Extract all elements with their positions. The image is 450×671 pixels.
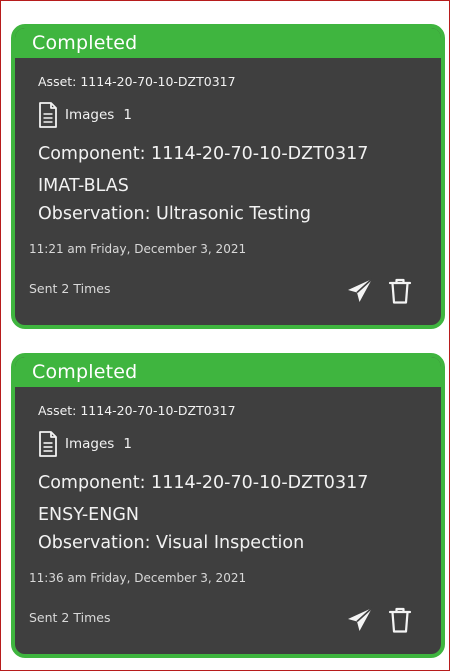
send-button[interactable] <box>345 276 375 306</box>
timestamp: 11:21 am Friday, December 3, 2021 <box>29 242 247 256</box>
trash-icon <box>388 607 412 633</box>
observation-text: Observation: Ultrasonic Testing <box>38 204 311 224</box>
asset-label: Asset: 1114-20-70-10-DZT0317 <box>38 403 236 418</box>
document-icon <box>39 102 57 128</box>
component-text: Component: 1114-20-70-10-DZT0317 ENSY-EN… <box>38 467 368 531</box>
component-line-1: Component: 1114-20-70-10-DZT0317 <box>38 144 369 164</box>
status-header: Completed <box>15 357 441 387</box>
send-icon <box>348 607 373 631</box>
document-icon <box>39 431 57 457</box>
images-count: 1 <box>123 107 132 123</box>
images-label: Images <box>65 107 115 123</box>
inspection-card[interactable]: Completed Asset: 1114-20-70-10-DZT0317 I… <box>11 24 445 329</box>
card-actions <box>345 605 415 635</box>
observation-text: Observation: Visual Inspection <box>38 533 305 553</box>
component-line-2: ENSY-ENGN <box>38 505 139 525</box>
images-attachment[interactable]: Images 1 <box>38 431 132 457</box>
component-line-1: Component: 1114-20-70-10-DZT0317 <box>38 473 369 493</box>
send-icon <box>348 278 373 302</box>
images-label: Images <box>65 436 115 452</box>
component-line-2: IMAT-BLAS <box>38 176 129 196</box>
trash-icon <box>388 278 412 304</box>
sent-count: Sent 2 Times <box>29 610 111 625</box>
sent-count: Sent 2 Times <box>29 281 111 296</box>
delete-button[interactable] <box>385 276 415 306</box>
inspection-card[interactable]: Completed Asset: 1114-20-70-10-DZT0317 I… <box>11 353 445 658</box>
images-attachment[interactable]: Images 1 <box>38 102 132 128</box>
card-actions <box>345 276 415 306</box>
component-text: Component: 1114-20-70-10-DZT0317 IMAT-BL… <box>38 138 368 202</box>
asset-label: Asset: 1114-20-70-10-DZT0317 <box>38 74 236 89</box>
delete-button[interactable] <box>385 605 415 635</box>
images-count: 1 <box>123 436 132 452</box>
timestamp: 11:36 am Friday, December 3, 2021 <box>29 571 247 585</box>
send-button[interactable] <box>345 605 375 635</box>
status-header: Completed <box>15 28 441 58</box>
